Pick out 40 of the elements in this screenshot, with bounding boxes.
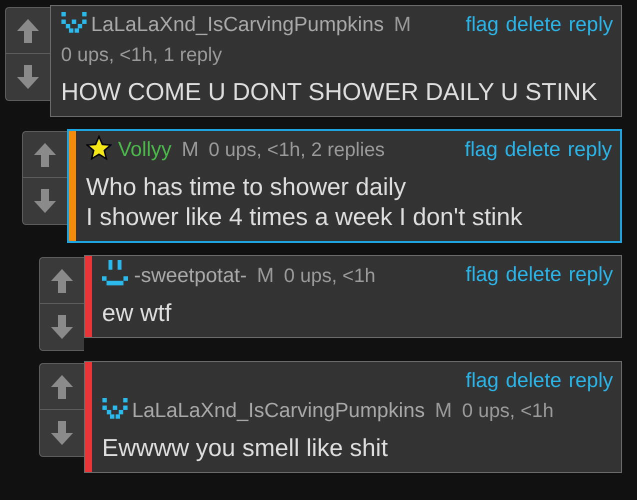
avatar-icon <box>102 260 128 286</box>
up-arrow-icon <box>50 268 74 294</box>
user-label: M <box>256 264 274 287</box>
avatar-icon <box>102 398 128 420</box>
comment-action-link[interactable]: reply <box>568 10 613 40</box>
comment-text: Ewwww you smell like shit <box>102 434 389 464</box>
avatar-icon <box>61 12 87 34</box>
star-icon <box>86 135 112 161</box>
down-arrow-icon <box>50 420 74 446</box>
comment-meta: 0 ups, <1h <box>462 399 554 424</box>
comment-meta: 0 ups, <1h, 2 replies <box>208 138 385 163</box>
up-arrow-icon <box>33 142 57 168</box>
comment-meta: 0 ups, <1h, 1 reply <box>61 43 222 68</box>
comment-text: Who has time to shower daily I shower like 4 times a week I don't stink <box>86 173 524 233</box>
up-arrow-icon <box>50 374 74 400</box>
comment-action-link[interactable]: flag <box>466 260 499 290</box>
down-arrow-icon <box>50 314 74 340</box>
username-link[interactable]: LaLaLaXnd_IsCarvingPumpkins <box>91 13 384 36</box>
comment-action-link[interactable]: delete <box>506 366 562 396</box>
down-arrow-icon <box>16 64 40 90</box>
comment-action-link[interactable]: reply <box>568 366 613 396</box>
down-arrow-icon <box>33 188 57 214</box>
comment-action-link[interactable]: delete <box>506 260 562 290</box>
user-label: M <box>394 13 411 36</box>
comment-action-link[interactable]: flag <box>464 135 498 165</box>
username-link[interactable]: -sweetpotat- <box>134 264 247 287</box>
comment-action-link[interactable]: flag <box>466 366 499 396</box>
comment-action-link[interactable]: flag <box>466 10 499 40</box>
comment-text: HOW COME U DONT SHOWER DAILY U STINK <box>61 78 598 108</box>
username-link[interactable]: LaLaLaXnd_IsCarvingPumpkins <box>132 399 425 422</box>
username-link[interactable]: Vollyy <box>118 138 172 161</box>
up-arrow-icon <box>16 18 40 44</box>
user-label: M <box>434 399 452 422</box>
comment-meta: 0 ups, <1h <box>284 264 376 289</box>
comment-action-link[interactable]: reply <box>568 260 613 290</box>
comment-action-link[interactable]: reply <box>568 135 612 165</box>
comment-action-link[interactable]: delete <box>506 10 562 40</box>
user-label: M <box>182 138 199 161</box>
comment-text: ew wtf <box>102 299 172 329</box>
comment-action-link[interactable]: delete <box>504 135 561 165</box>
